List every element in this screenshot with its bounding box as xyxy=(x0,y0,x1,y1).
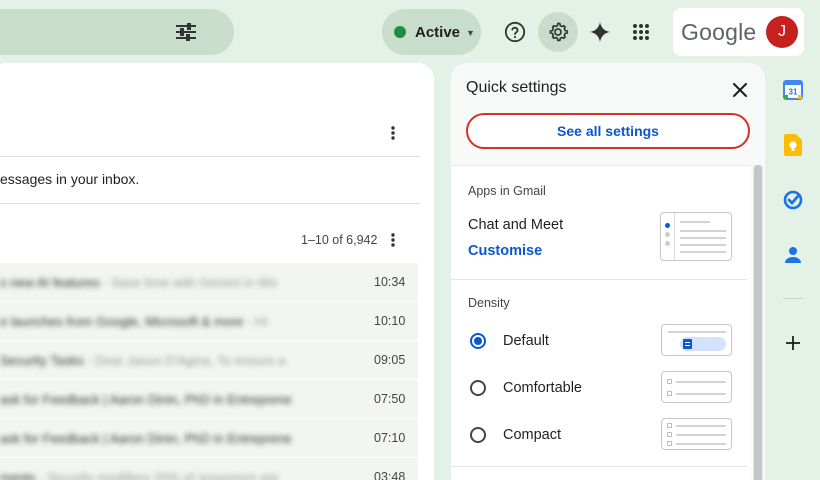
message-snippet: - Save time with Gemini in Wo xyxy=(99,275,278,290)
gemini-icon[interactable] xyxy=(580,12,620,52)
density-default-label[interactable]: Default xyxy=(503,333,549,349)
message-snippet: - Hi xyxy=(243,314,268,329)
message-summary: Security Tasks - Dear Jason D'Agina, To … xyxy=(0,353,300,368)
add-icon[interactable] xyxy=(781,331,805,355)
density-default-preview xyxy=(661,324,732,356)
search-options-icon[interactable] xyxy=(172,18,200,46)
message-subject: Security Tasks xyxy=(0,353,84,368)
side-divider xyxy=(783,298,803,299)
message-subject: ask for Feedback | Aaron Dinin, PhD in E… xyxy=(0,392,292,407)
density-comfortable-radio[interactable] xyxy=(470,380,486,396)
see-all-settings-button[interactable]: See all settings xyxy=(466,113,750,149)
search-bar[interactable] xyxy=(0,9,234,55)
calendar-icon[interactable]: 31 xyxy=(781,78,805,102)
table-row[interactable]: s new AI features - Save time with Gemin… xyxy=(0,263,418,302)
density-comfortable-label[interactable]: Comfortable xyxy=(503,380,582,396)
table-row[interactable]: e launches from Google, Microsoft & more… xyxy=(0,302,418,341)
apps-icon[interactable] xyxy=(621,12,661,52)
message-time: 10:34 xyxy=(374,275,406,289)
message-time: 07:50 xyxy=(374,392,406,406)
density-default-radio[interactable] xyxy=(470,333,486,349)
density-section-title: Density xyxy=(468,296,510,310)
message-list: s new AI features - Save time with Gemin… xyxy=(0,263,418,480)
google-logo: Google xyxy=(681,18,757,45)
density-comfortable-preview xyxy=(661,371,732,403)
account-chip[interactable]: Google J xyxy=(673,8,804,56)
section-divider xyxy=(451,466,747,467)
table-row[interactable]: Security Tasks - Dear Jason D'Agina, To … xyxy=(0,341,418,380)
message-summary: s new AI features - Save time with Gemin… xyxy=(0,275,300,290)
chevron-down-icon: ▼ xyxy=(466,27,475,38)
avatar[interactable]: J xyxy=(766,16,798,48)
settings-icon[interactable] xyxy=(538,12,578,52)
divider xyxy=(0,203,420,204)
scrollbar-thumb[interactable] xyxy=(754,165,762,480)
message-summary: ask for Feedback | Aaron Dinin, PhD in E… xyxy=(0,392,300,407)
message-snippet: - Security modifiers 20% of assessors ar… xyxy=(35,470,279,480)
message-time: 03:48 xyxy=(374,470,406,480)
status-dot xyxy=(394,26,406,38)
contacts-icon[interactable] xyxy=(781,243,805,267)
message-summary: e launches from Google, Microsoft & more… xyxy=(0,314,300,329)
section-divider xyxy=(451,279,747,280)
chat-meet-preview xyxy=(660,212,732,261)
keep-icon[interactable] xyxy=(781,133,805,157)
inbox-panel: essages in your inbox. 1–10 of 6,942 s n… xyxy=(0,63,434,480)
message-subject: e launches from Google, Microsoft & more xyxy=(0,314,244,329)
table-row[interactable]: ask for Feedback | Aaron Dinin, PhD in E… xyxy=(0,419,418,458)
density-compact-preview xyxy=(661,418,732,450)
tasks-icon[interactable] xyxy=(781,188,805,212)
message-summary: ments - Security modifiers 20% of assess… xyxy=(0,470,300,480)
scrollbar[interactable] xyxy=(753,165,763,480)
message-time: 10:10 xyxy=(374,314,406,328)
status-selector[interactable]: Active ▼ xyxy=(382,9,481,55)
message-subject: s new AI features xyxy=(0,275,100,290)
quick-settings-panel: Quick settings See all settings Apps in … xyxy=(451,63,765,480)
quick-settings-title: Quick settings xyxy=(466,79,567,96)
message-time: 09:05 xyxy=(374,353,406,367)
apps-section-title: Apps in Gmail xyxy=(468,184,546,198)
pagination-text: 1–10 of 6,942 xyxy=(301,233,378,247)
help-icon[interactable] xyxy=(495,12,535,52)
quick-settings-content: Apps in Gmail Chat and Meet Customise De… xyxy=(451,165,751,480)
density-compact-label[interactable]: Compact xyxy=(503,427,561,443)
divider xyxy=(0,156,420,157)
message-snippet: - Dear Jason D'Agina, To ensure a xyxy=(83,353,286,368)
calendar-date: 31 xyxy=(789,88,798,97)
more-options-icon[interactable] xyxy=(383,230,403,250)
inbox-info-text: essages in your inbox. xyxy=(0,171,140,187)
table-row[interactable]: ask for Feedback | Aaron Dinin, PhD in E… xyxy=(0,380,418,419)
chat-meet-label: Chat and Meet xyxy=(468,217,564,233)
close-icon[interactable] xyxy=(730,80,750,100)
side-panel: 31 xyxy=(771,63,816,480)
message-subject: ments xyxy=(0,470,36,480)
density-compact-radio[interactable] xyxy=(470,427,486,443)
more-options-icon[interactable] xyxy=(383,123,403,143)
status-label: Active xyxy=(415,23,461,41)
customise-link[interactable]: Customise xyxy=(468,243,542,259)
table-row[interactable]: ments - Security modifiers 20% of assess… xyxy=(0,458,418,480)
message-time: 07:10 xyxy=(374,431,406,445)
message-subject: ask for Feedback | Aaron Dinin, PhD in E… xyxy=(0,431,292,446)
message-summary: ask for Feedback | Aaron Dinin, PhD in E… xyxy=(0,431,300,446)
